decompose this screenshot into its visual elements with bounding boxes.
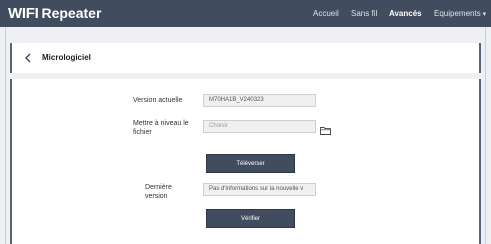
current-version-field: M70HA1B_V240323 (203, 94, 316, 107)
top-navigation-bar: WIFI Repeater Accueil Sans fil Avancés Eq… (0, 0, 491, 27)
nav-item-equipements[interactable]: Equipements (434, 8, 486, 20)
folder-icon[interactable] (320, 122, 331, 135)
upload-button[interactable]: Téléverser (206, 154, 295, 173)
page-title: Micrologiciel (42, 53, 91, 62)
nav-item-accueil[interactable]: Accueil (313, 8, 339, 19)
brand-name-rest: Repeater (41, 5, 102, 21)
nav-item-sans-fil[interactable]: Sans fil (351, 8, 377, 19)
nav-item-avances[interactable]: Avancés (389, 8, 422, 19)
file-input[interactable]: Choisir (203, 120, 316, 133)
check-button[interactable]: Vérifier (206, 209, 295, 228)
brand-logo: WIFI Repeater (8, 4, 101, 23)
latest-version-field: Pas d'informations sur la nouvelle v (203, 183, 316, 196)
current-version-label: Version actuelle (133, 97, 183, 104)
upgrade-file-label: Mettre à niveau le fichier (133, 120, 189, 136)
brand-name-strong: WIFI (8, 5, 39, 22)
section-header: Micrologiciel (10, 43, 481, 73)
latest-version-label: Dernière version (145, 184, 172, 200)
firmware-form-panel: Version actuelle M70HA1B_V240323 Mettre … (10, 79, 481, 244)
chevron-left-icon[interactable] (22, 51, 34, 65)
